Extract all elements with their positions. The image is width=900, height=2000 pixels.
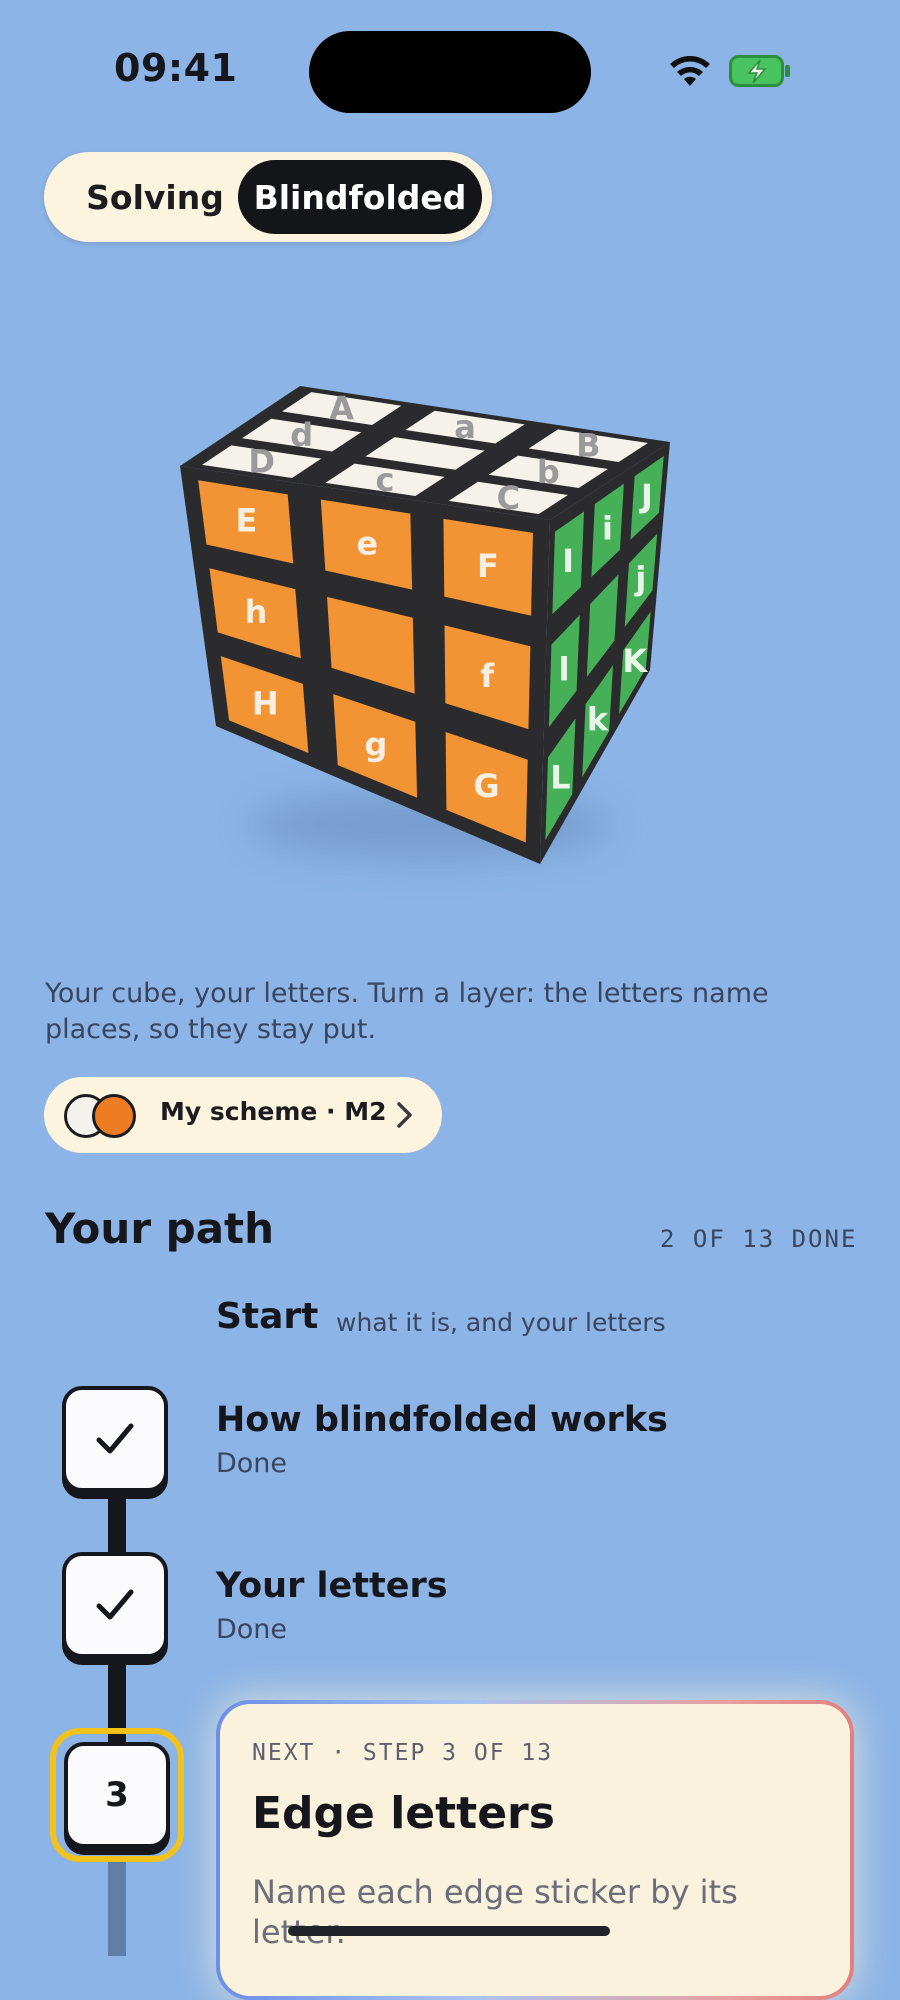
tab-blindfolded[interactable]: Blindfolded [238, 160, 482, 234]
cube-top-letter: A [329, 390, 354, 428]
cube-front-letter: E [235, 502, 257, 540]
cube-right-letter: k [587, 700, 609, 738]
step-title[interactable]: How blindfolded works [216, 1400, 668, 1440]
step-node-1[interactable] [62, 1386, 168, 1492]
next-step-card[interactable]: NEXT · STEP 3 OF 13 Edge letters Name ea… [216, 1700, 854, 2000]
cube-illustration[interactable]: Aa Bd b D c C Ee Fh f Hg G IiJl j LkK [180, 370, 700, 870]
step-title[interactable]: Your letters [216, 1566, 448, 1606]
orange-dot-icon [92, 1094, 136, 1138]
battery-charging-icon [729, 55, 790, 87]
cube-top-letter: c [376, 461, 395, 499]
cube-right-letter: I [562, 542, 574, 580]
tab-solving[interactable]: Solving [60, 160, 250, 234]
cube-front-letter: F [477, 547, 499, 585]
dynamic-island [309, 31, 591, 113]
timeline-connector-upcoming [108, 1856, 126, 1956]
cube-front-letter: G [473, 767, 499, 805]
path-title: Your path [45, 1204, 275, 1253]
cube-front-letter: g [364, 726, 387, 764]
cube-front-letter: h [244, 593, 267, 631]
step-node-2[interactable] [62, 1552, 168, 1658]
scheme-button[interactable]: My scheme · M2 [44, 1077, 442, 1153]
status-time: 09:41 [114, 46, 238, 90]
home-indicator[interactable] [288, 1926, 610, 1936]
scheme-label: My scheme · M2 [160, 1097, 387, 1126]
section-subtitle: what it is, and your letters [336, 1308, 666, 1337]
cube-right-letter: K [622, 642, 648, 680]
cube-front-letter: f [480, 657, 495, 695]
cube-right-letter: L [550, 759, 570, 797]
mode-switch: Solving Blindfolded [44, 152, 492, 242]
cube-top-letter: D [248, 443, 275, 481]
wifi-icon [670, 56, 710, 86]
path-progress: 2 OF 13 DONE [660, 1225, 858, 1253]
checkmark-icon [96, 1589, 134, 1620]
checkmark-icon [96, 1423, 134, 1454]
step-node-3[interactable]: 3 [64, 1742, 170, 1848]
cube-top-letter: b [537, 453, 560, 491]
chevron-right-icon [397, 1102, 412, 1128]
section-title: Start [216, 1296, 319, 1337]
cube-front-letter: H [252, 684, 279, 722]
cube-right-letter: J [639, 477, 653, 515]
cube-top-letter: a [454, 408, 476, 446]
next-step-title: Edge letters [252, 1788, 555, 1839]
step-number: 3 [105, 1775, 129, 1815]
step-status: Done [216, 1614, 288, 1645]
cube-front-letter: e [356, 524, 378, 562]
timeline-connector [108, 1490, 126, 1558]
cube-top-letter: d [290, 416, 313, 454]
cube-right-letter: l [559, 650, 570, 688]
cube-top-letter: C [497, 479, 520, 517]
cube-right-letter: j [633, 560, 646, 598]
next-step-body: Name each edge sticker by its letter. [252, 1873, 738, 1951]
scheme-description: Your cube, your letters. Turn a layer: t… [45, 978, 769, 1045]
step-status: Done [216, 1448, 288, 1479]
cube-top-letter: B [576, 427, 600, 465]
next-step-kicker: NEXT · STEP 3 OF 13 [252, 1740, 554, 1766]
cube-right-letter: i [602, 510, 613, 548]
